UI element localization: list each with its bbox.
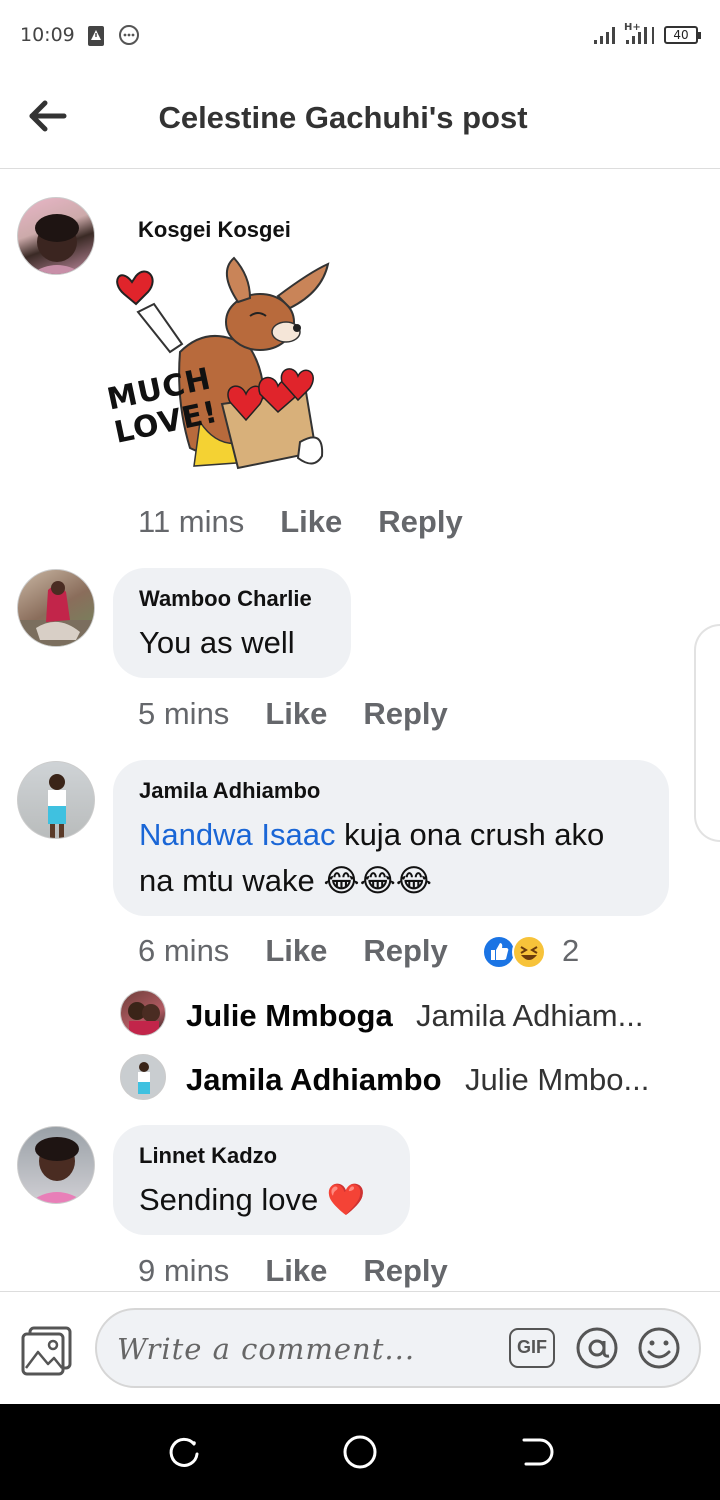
avatar-photo [28, 1137, 86, 1203]
comment-author[interactable]: Jamila Adhiambo [139, 778, 320, 804]
reply-button[interactable]: Reply [378, 504, 462, 540]
reply-preview[interactable]: Julie Mmboga Jamila Adhiam... [120, 990, 680, 1040]
comment-author[interactable]: Linnet Kadzo [139, 1143, 277, 1169]
avatar[interactable] [17, 569, 95, 647]
status-bar: 10:09 H+ 40 [0, 0, 720, 72]
emoji-icon[interactable] [637, 1326, 681, 1370]
reply-author[interactable]: Julie Mmboga [186, 998, 393, 1034]
much-love-sticker[interactable]: MUCH LOVE! [104, 252, 332, 474]
comment-text: You as well [139, 625, 295, 660]
alert-icon [88, 26, 104, 46]
avatar-photo [138, 1062, 150, 1094]
comment-placeholder: Write a comment... [117, 1332, 416, 1366]
comment-bubble[interactable]: Linnet Kadzo Sending love ❤️ [113, 1125, 410, 1235]
comment-meta: 6 mins Like Reply [138, 933, 466, 969]
reply-text: Julie Mmbo... [465, 1062, 650, 1097]
comment-text: Nandwa Isaac kuja ona crush ako [139, 812, 604, 858]
avatar[interactable] [17, 1126, 95, 1204]
reply-button[interactable]: Reply [363, 1253, 447, 1289]
system-nav-bar [0, 1404, 720, 1500]
comment-meta: 5 mins Like Reply [138, 696, 484, 732]
reaction-count: 2 [562, 933, 580, 968]
messenger-icon [119, 25, 139, 45]
reply-author[interactable]: Jamila Adhiambo [186, 1062, 442, 1098]
svg-text:H+: H+ [624, 22, 641, 33]
comment-meta: 9 mins Like Reply [138, 1253, 484, 1289]
side-pull-tab[interactable] [694, 624, 720, 842]
avatar-photo [48, 774, 66, 838]
avatar [120, 990, 166, 1036]
avatar-photo [128, 1002, 160, 1035]
comment-bubble[interactable]: Jamila Adhiambo Nandwa Isaac kuja ona cr… [113, 760, 669, 916]
reply-text: Jamila Adhiam... [416, 998, 644, 1033]
comment-time: 9 mins [138, 1253, 230, 1288]
photo-icon[interactable] [20, 1324, 74, 1376]
like-button[interactable]: Like [265, 1253, 327, 1289]
like-button[interactable]: Like [265, 696, 327, 732]
avatar-photo [18, 581, 94, 646]
comment-author[interactable]: Wamboo Charlie [139, 586, 312, 612]
reply-preview[interactable]: Jamila Adhiambo Julie Mmbo... [120, 1054, 680, 1104]
comment-text: Sending love ❤️ [139, 1182, 366, 1217]
home-icon[interactable] [342, 1434, 378, 1470]
like-button[interactable]: Like [280, 504, 342, 540]
comment-text-line2: na mtu wake 😂😂😂 [139, 863, 433, 898]
hplus-signal-icon: H+ [624, 22, 654, 44]
comment-bubble[interactable]: Wamboo Charlie You as well [113, 568, 351, 678]
comment-text-rest: kuja ona crush ako [335, 817, 605, 852]
comment-time: 11 mins [138, 504, 245, 539]
mention-link[interactable]: Nandwa Isaac [139, 817, 335, 852]
recents-icon[interactable] [166, 1434, 202, 1470]
page-title: Celestine Gachuhi's post [158, 100, 528, 135]
comment-input[interactable]: Write a comment... GIF [95, 1308, 701, 1388]
signal-icon [594, 27, 615, 44]
reply-button[interactable]: Reply [363, 696, 447, 732]
gif-icon[interactable]: GIF [509, 1328, 555, 1368]
at-mention-icon[interactable] [575, 1326, 619, 1370]
reply-button[interactable]: Reply [363, 933, 447, 969]
avatar[interactable] [17, 761, 95, 839]
avatar [120, 1054, 166, 1100]
reaction-summary[interactable] [482, 934, 554, 970]
comment-composer: Write a comment... GIF [0, 1291, 720, 1404]
comment-time: 5 mins [138, 696, 230, 731]
comment-author[interactable]: Kosgei Kosgei [138, 217, 291, 243]
page-header: Celestine Gachuhi's post [0, 72, 720, 169]
comment-meta: 11 mins Like Reply [138, 504, 499, 540]
like-reaction-icon [482, 935, 516, 969]
battery-icon: 40 [664, 26, 701, 44]
like-button[interactable]: Like [265, 933, 327, 969]
avatar-photo [30, 214, 84, 274]
status-time: 10:09 [20, 24, 75, 46]
haha-reaction-icon [512, 935, 546, 969]
comment-time: 6 mins [138, 933, 230, 968]
back-icon[interactable] [518, 1434, 554, 1470]
avatar[interactable] [17, 197, 95, 275]
